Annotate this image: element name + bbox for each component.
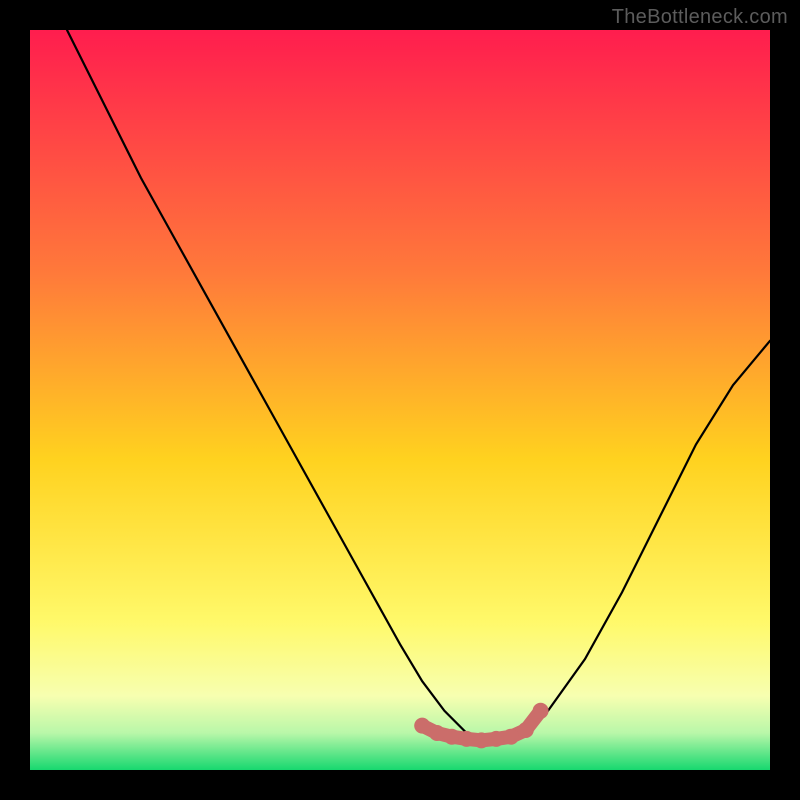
bottom-highlight-dot	[533, 703, 549, 719]
bottom-highlight-dot	[459, 731, 475, 747]
bottom-highlight-dot	[414, 718, 430, 734]
bottom-highlight-dot	[473, 732, 489, 748]
watermark-text: TheBottleneck.com	[612, 6, 788, 29]
plot-background	[30, 30, 770, 770]
chart-frame: TheBottleneck.com	[0, 0, 800, 800]
bottom-highlight-dot	[444, 729, 460, 745]
bottom-highlight-dot	[518, 722, 534, 738]
bottleneck-chart	[0, 0, 800, 800]
bottom-highlight-dot	[488, 731, 504, 747]
bottom-highlight-dot	[503, 729, 519, 745]
bottom-highlight-dot	[429, 725, 445, 741]
